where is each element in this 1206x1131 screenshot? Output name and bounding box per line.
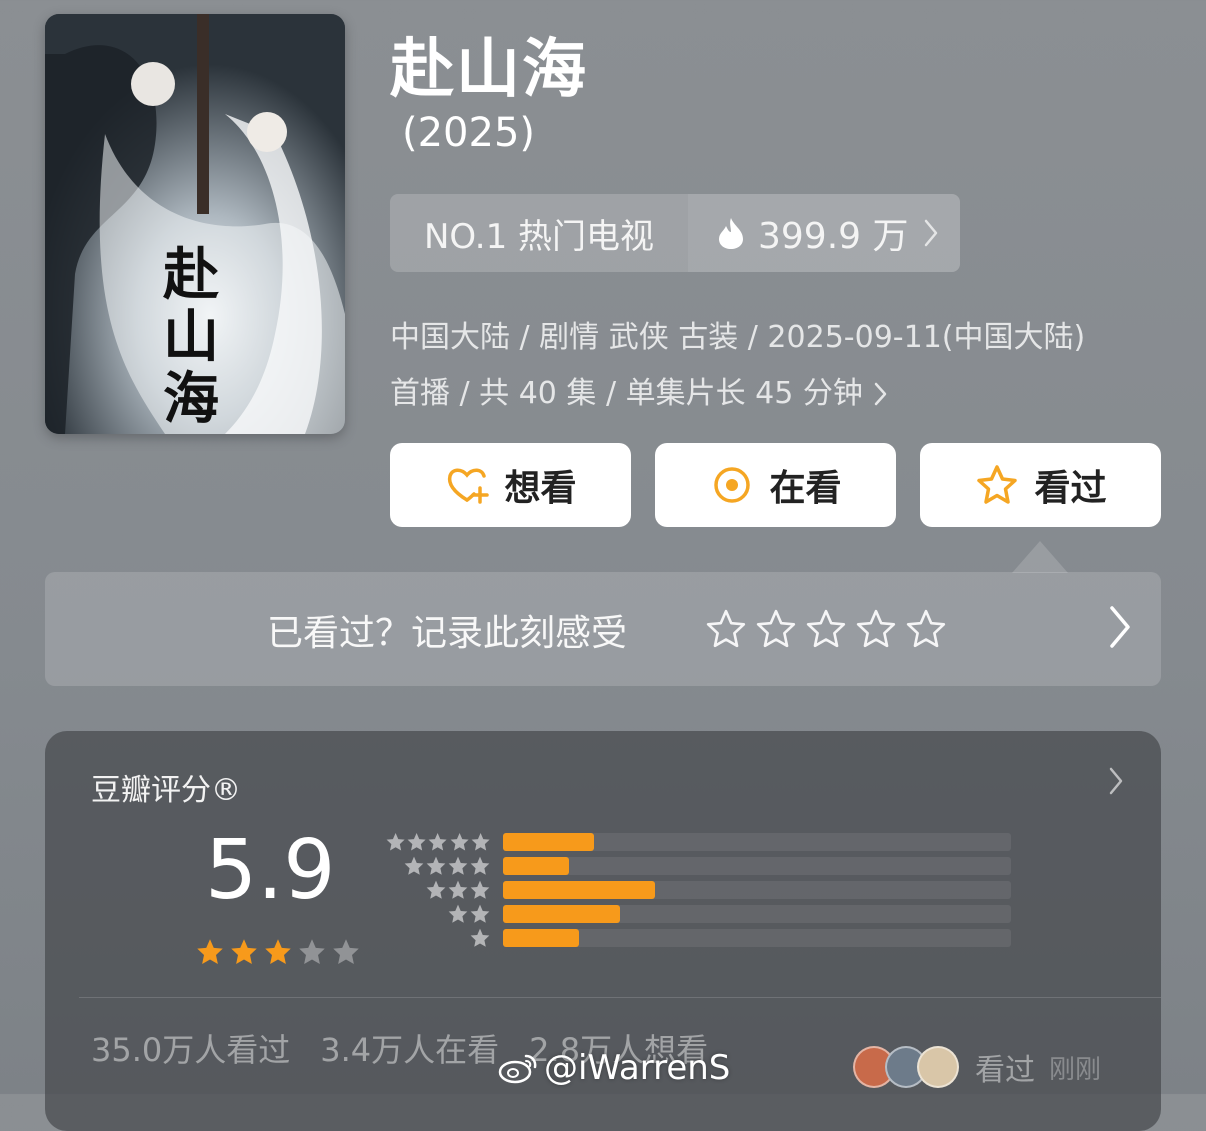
heat-button[interactable]: 399.9 万 [688, 194, 960, 272]
avatar [917, 1046, 959, 1088]
friends-action: 看过 [975, 1053, 1035, 1088]
star-small-icon [450, 832, 469, 851]
star-outline-icon[interactable] [705, 608, 747, 650]
want-label: 想看 [504, 468, 577, 509]
star-outline-icon[interactable] [805, 608, 847, 650]
distribution-row [385, 927, 1011, 949]
ranking-box[interactable]: NO.1 热门电视 399.9 万 [390, 194, 960, 272]
star-small-icon [470, 904, 490, 923]
star-small-icon [426, 880, 446, 899]
distribution-row [385, 879, 1011, 901]
friends-time: 刚刚 [1049, 1054, 1102, 1085]
star-empty-icon [299, 939, 325, 964]
star-filled-icon [197, 939, 223, 964]
chevron-right-icon [924, 219, 937, 247]
flame-icon [719, 218, 743, 249]
distribution-stars [385, 927, 491, 949]
chevron-right-icon [1109, 767, 1123, 795]
watermark-text: @iWarrenS [544, 1048, 731, 1088]
distribution-bar [503, 833, 595, 851]
rating-source-label: 豆瓣评分® [91, 773, 241, 808]
meta-line-2: 首播 / 共 40 集 / 单集片长 45 分钟 [390, 376, 863, 411]
star-small-icon [448, 856, 468, 875]
distribution-row [385, 903, 1011, 925]
star-filled-icon [265, 939, 291, 964]
watched-count: 35.0万人看过 [91, 1031, 291, 1069]
star-outline-icon[interactable] [905, 608, 947, 650]
friends-activity[interactable]: 看过 刚刚 [853, 1045, 1101, 1089]
star-small-icon [448, 880, 468, 899]
meta-line-1: 中国大陆 / 剧情 武侠 古装 / 2025-09-11(中国大陆) [390, 320, 1086, 355]
star-small-icon [448, 904, 468, 923]
watermark: @iWarrenS [498, 1048, 730, 1088]
show-meta[interactable]: 中国大陆 / 剧情 武侠 古装 / 2025-09-11(中国大陆) 首播 / … [390, 310, 1170, 422]
chevron-right-icon [1110, 606, 1130, 648]
distribution-bar [503, 929, 580, 947]
distribution-bar [503, 881, 656, 899]
star-empty-icon [333, 939, 359, 964]
poster-calligraphy: 赴山海 [163, 242, 219, 432]
distribution-bar [503, 905, 620, 923]
target-icon [714, 467, 751, 503]
distribution-stars [385, 831, 491, 853]
page-title: 赴山海 [390, 33, 588, 107]
star-small-icon [470, 928, 490, 947]
distribution-track [503, 881, 1011, 899]
heat-value: 399.9 万 [758, 216, 909, 257]
distribution-stars [385, 879, 491, 901]
distribution-row [385, 855, 1011, 877]
distribution-track [503, 857, 1011, 875]
watching-label: 在看 [769, 468, 842, 509]
distribution-row [385, 831, 1011, 853]
star-small-icon [407, 832, 426, 851]
star-small-icon [428, 832, 448, 851]
star-outline-icon [977, 465, 1018, 504]
rate-prompt-bar[interactable]: 已看过？记录此刻感受 [45, 572, 1161, 686]
rating-stars-input[interactable] [705, 608, 947, 650]
star-small-icon [471, 832, 490, 851]
watching-count: 3.4万人在看 [320, 1031, 500, 1069]
chevron-right-icon [874, 382, 887, 406]
score-value: 5.9 [205, 823, 336, 918]
score-stars [195, 937, 361, 967]
divider [79, 997, 1161, 998]
rate-prompt-text: 已看过？记录此刻感受 [267, 613, 628, 654]
star-small-icon [470, 856, 490, 875]
star-filled-icon [231, 939, 257, 964]
rank-label[interactable]: NO.1 热门电视 [390, 194, 688, 272]
distribution-stars [385, 855, 491, 877]
distribution-track [503, 905, 1011, 923]
release-year: (2025) [402, 110, 536, 156]
star-small-icon [404, 856, 424, 875]
distribution-track [503, 833, 1011, 851]
star-outline-icon[interactable] [855, 608, 897, 650]
distribution-bar [503, 857, 570, 875]
popover-pointer [1012, 541, 1068, 573]
weibo-icon [498, 1054, 537, 1084]
distribution-track [503, 929, 1011, 947]
want-button[interactable]: 想看 [390, 443, 631, 527]
star-small-icon [426, 856, 446, 875]
star-outline-icon[interactable] [755, 608, 797, 650]
watching-button[interactable]: 在看 [655, 443, 896, 527]
star-small-icon [470, 880, 490, 899]
distribution-stars [385, 903, 491, 925]
watched-button[interactable]: 看过 [920, 443, 1161, 527]
heart-plus-icon [448, 468, 490, 504]
watched-label: 看过 [1034, 468, 1107, 509]
poster-image[interactable]: 赴山海 [45, 14, 345, 434]
star-small-icon [386, 832, 405, 851]
